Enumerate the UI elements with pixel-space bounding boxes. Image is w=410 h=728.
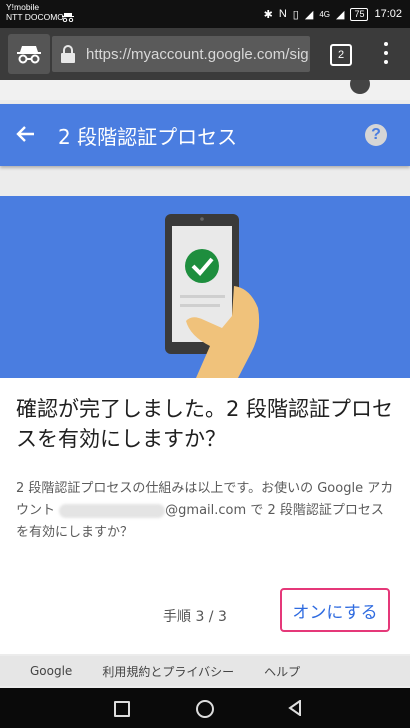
url-text: https://myaccount.google.com/sig xyxy=(86,45,309,63)
step-indicator: 手順 3 / 3 xyxy=(163,609,227,625)
menu-dot-icon xyxy=(384,60,388,64)
wifi-icon: ◢ xyxy=(304,8,314,21)
turn-on-button[interactable]: オンにする xyxy=(280,588,390,632)
signal-label: 4G xyxy=(319,9,330,19)
carrier-info: Y!mobile NTT DOCOMO xyxy=(6,2,64,22)
home-icon[interactable] xyxy=(196,700,214,718)
email-domain: @gmail.com xyxy=(165,503,247,518)
footer-link-help[interactable]: ヘルプ xyxy=(264,663,300,680)
lock-icon xyxy=(61,45,75,63)
dialog-title: 確認が完了しました。2 段階認証プロセスを有効にしますか？ xyxy=(16,397,394,451)
overflow-menu-button[interactable] xyxy=(381,42,391,64)
incognito-icon xyxy=(17,46,41,64)
back-arrow-icon[interactable] xyxy=(14,122,38,146)
bluetooth-icon: ✱ xyxy=(263,8,273,21)
browser-toolbar: https://myaccount.google.com/sig 2 xyxy=(0,28,410,80)
phone-illustration xyxy=(0,196,410,378)
page-top-strip xyxy=(0,80,410,100)
menu-dot-icon xyxy=(384,51,388,55)
tab-switcher-button[interactable]: 2 xyxy=(330,44,352,66)
battery-icon: 75 xyxy=(350,7,369,21)
carrier-line-1: Y!mobile xyxy=(6,2,40,12)
incognito-status-icon xyxy=(62,13,74,22)
incognito-button[interactable] xyxy=(8,34,50,74)
redacted-email xyxy=(59,503,166,518)
clock: 17:02 xyxy=(374,8,402,20)
signal-icon: ◢ xyxy=(335,8,345,21)
menu-dot-icon xyxy=(384,42,388,46)
page-title: 2 段階認証プロセス xyxy=(58,125,238,149)
status-bar: Y!mobile NTT DOCOMO ✱ N ▯ ◢ 4G ◢ 75 17:0… xyxy=(0,0,410,28)
recent-apps-icon[interactable] xyxy=(114,701,130,717)
footer-link-terms[interactable]: 利用規約とプライバシー xyxy=(102,663,234,680)
status-icons: ✱ N ▯ ◢ 4G ◢ 75 17:02 xyxy=(264,6,402,22)
page-footer: Google 利用規約とプライバシー ヘルプ xyxy=(0,656,410,686)
confirmation-dialog: 確認が完了しました。2 段階認証プロセスを有効にしますか？ 2 段階認証プロセス… xyxy=(0,196,410,654)
avatar[interactable] xyxy=(350,80,370,94)
vibrate-icon: ▯ xyxy=(292,8,299,21)
back-icon[interactable] xyxy=(288,700,302,716)
page-header: 2 段階認証プロセス ? xyxy=(0,104,410,166)
help-icon[interactable]: ? xyxy=(365,124,387,146)
dialog-description: 2 段階認証プロセスの仕組みは以上です。お使いの Google アカウント @g… xyxy=(16,478,396,544)
footer-link-google[interactable]: Google xyxy=(30,664,72,678)
nfc-icon: N xyxy=(278,8,287,20)
carrier-line-2: NTT DOCOMO xyxy=(6,12,64,22)
address-bar[interactable]: https://myaccount.google.com/sig xyxy=(52,36,310,72)
system-navigation-bar xyxy=(0,688,410,728)
phone-check-illustration xyxy=(165,214,260,378)
